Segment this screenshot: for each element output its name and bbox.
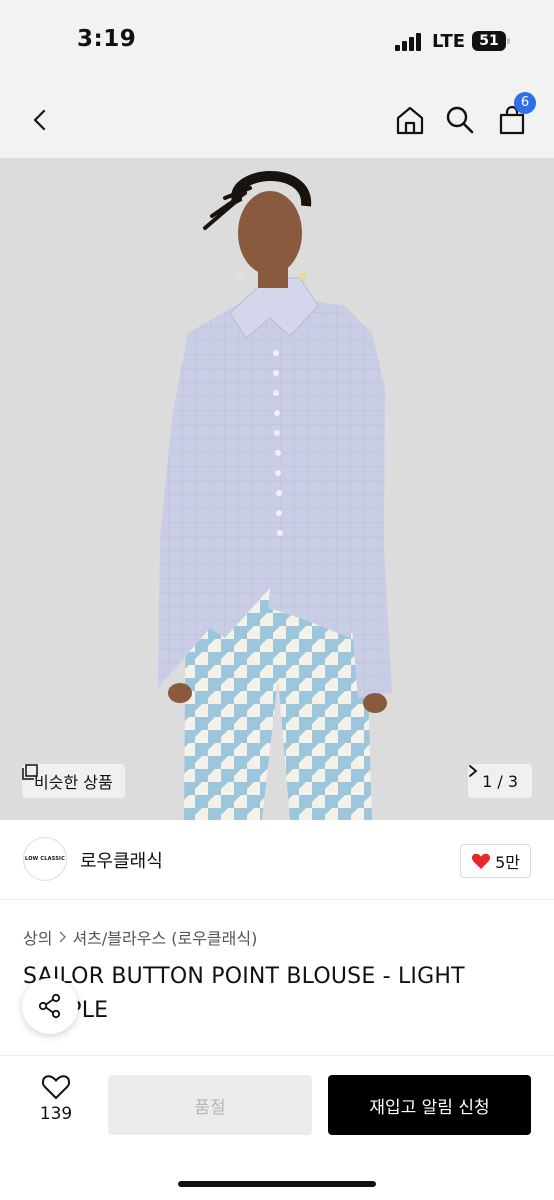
similar-icon [22, 764, 38, 780]
battery-icon: 51 [472, 31, 510, 51]
status-bar: 3:19 LTE 51 [0, 0, 554, 84]
back-button[interactable] [20, 100, 60, 140]
share-button[interactable] [22, 978, 78, 1034]
search-icon [446, 106, 474, 134]
similar-products-label: 비슷한 상품 [34, 773, 113, 792]
signal-icon [395, 33, 425, 51]
product-image[interactable]: 비슷한 상품 1 / 3 [0, 158, 554, 820]
page-indicator-text: 1 / 3 [482, 771, 518, 791]
back-icon [33, 109, 46, 131]
breadcrumb: 상의 셔츠/블라우스 (로우클래식) [23, 925, 257, 949]
breadcrumb-category[interactable]: 상의 [23, 925, 52, 949]
chevron-right-icon [59, 931, 67, 943]
breadcrumb-subcategory[interactable]: 셔츠/블라우스 (로우클래식) [72, 925, 257, 949]
home-indicator [178, 1181, 376, 1187]
share-icon [38, 993, 61, 1019]
brand-like-button[interactable]: 5만 [460, 844, 531, 878]
bottom-action-bar: 139 품절 재입고 알림 신청 [0, 1055, 554, 1200]
wishlist-button[interactable]: 139 [30, 1074, 82, 1134]
heart-outline-icon [41, 1075, 71, 1100]
network-type: LTE [432, 31, 466, 52]
chevron-right-icon [469, 765, 478, 777]
wishlist-count: 139 [39, 1104, 73, 1124]
brand-name[interactable]: 로우클래식 [80, 847, 163, 873]
heart-filled-icon [472, 853, 491, 869]
brand-logo[interactable]: LOW CLASSIC [23, 837, 67, 881]
cart-button[interactable]: 6 [492, 92, 536, 140]
soldout-button: 품절 [108, 1075, 312, 1135]
brand-like-count: 5만 [495, 853, 520, 872]
home-icon [396, 106, 424, 135]
product-title: SAILOR BUTTON POINT BLOUSE - LIGHT PURPL… [23, 964, 465, 1023]
home-button[interactable] [390, 100, 430, 140]
image-page-indicator[interactable]: 1 / 3 [468, 764, 532, 798]
restock-alert-button[interactable]: 재입고 알림 신청 [328, 1075, 531, 1135]
nav-bar: 6 [0, 84, 554, 158]
brand-row[interactable]: LOW CLASSIC 로우클래식 5만 [0, 820, 554, 900]
model-illustration [158, 170, 392, 820]
similar-products-button[interactable]: 비슷한 상품 [22, 764, 125, 798]
search-button[interactable] [440, 100, 480, 140]
status-time: 3:19 [77, 26, 137, 52]
cart-count-badge: 6 [514, 92, 536, 114]
